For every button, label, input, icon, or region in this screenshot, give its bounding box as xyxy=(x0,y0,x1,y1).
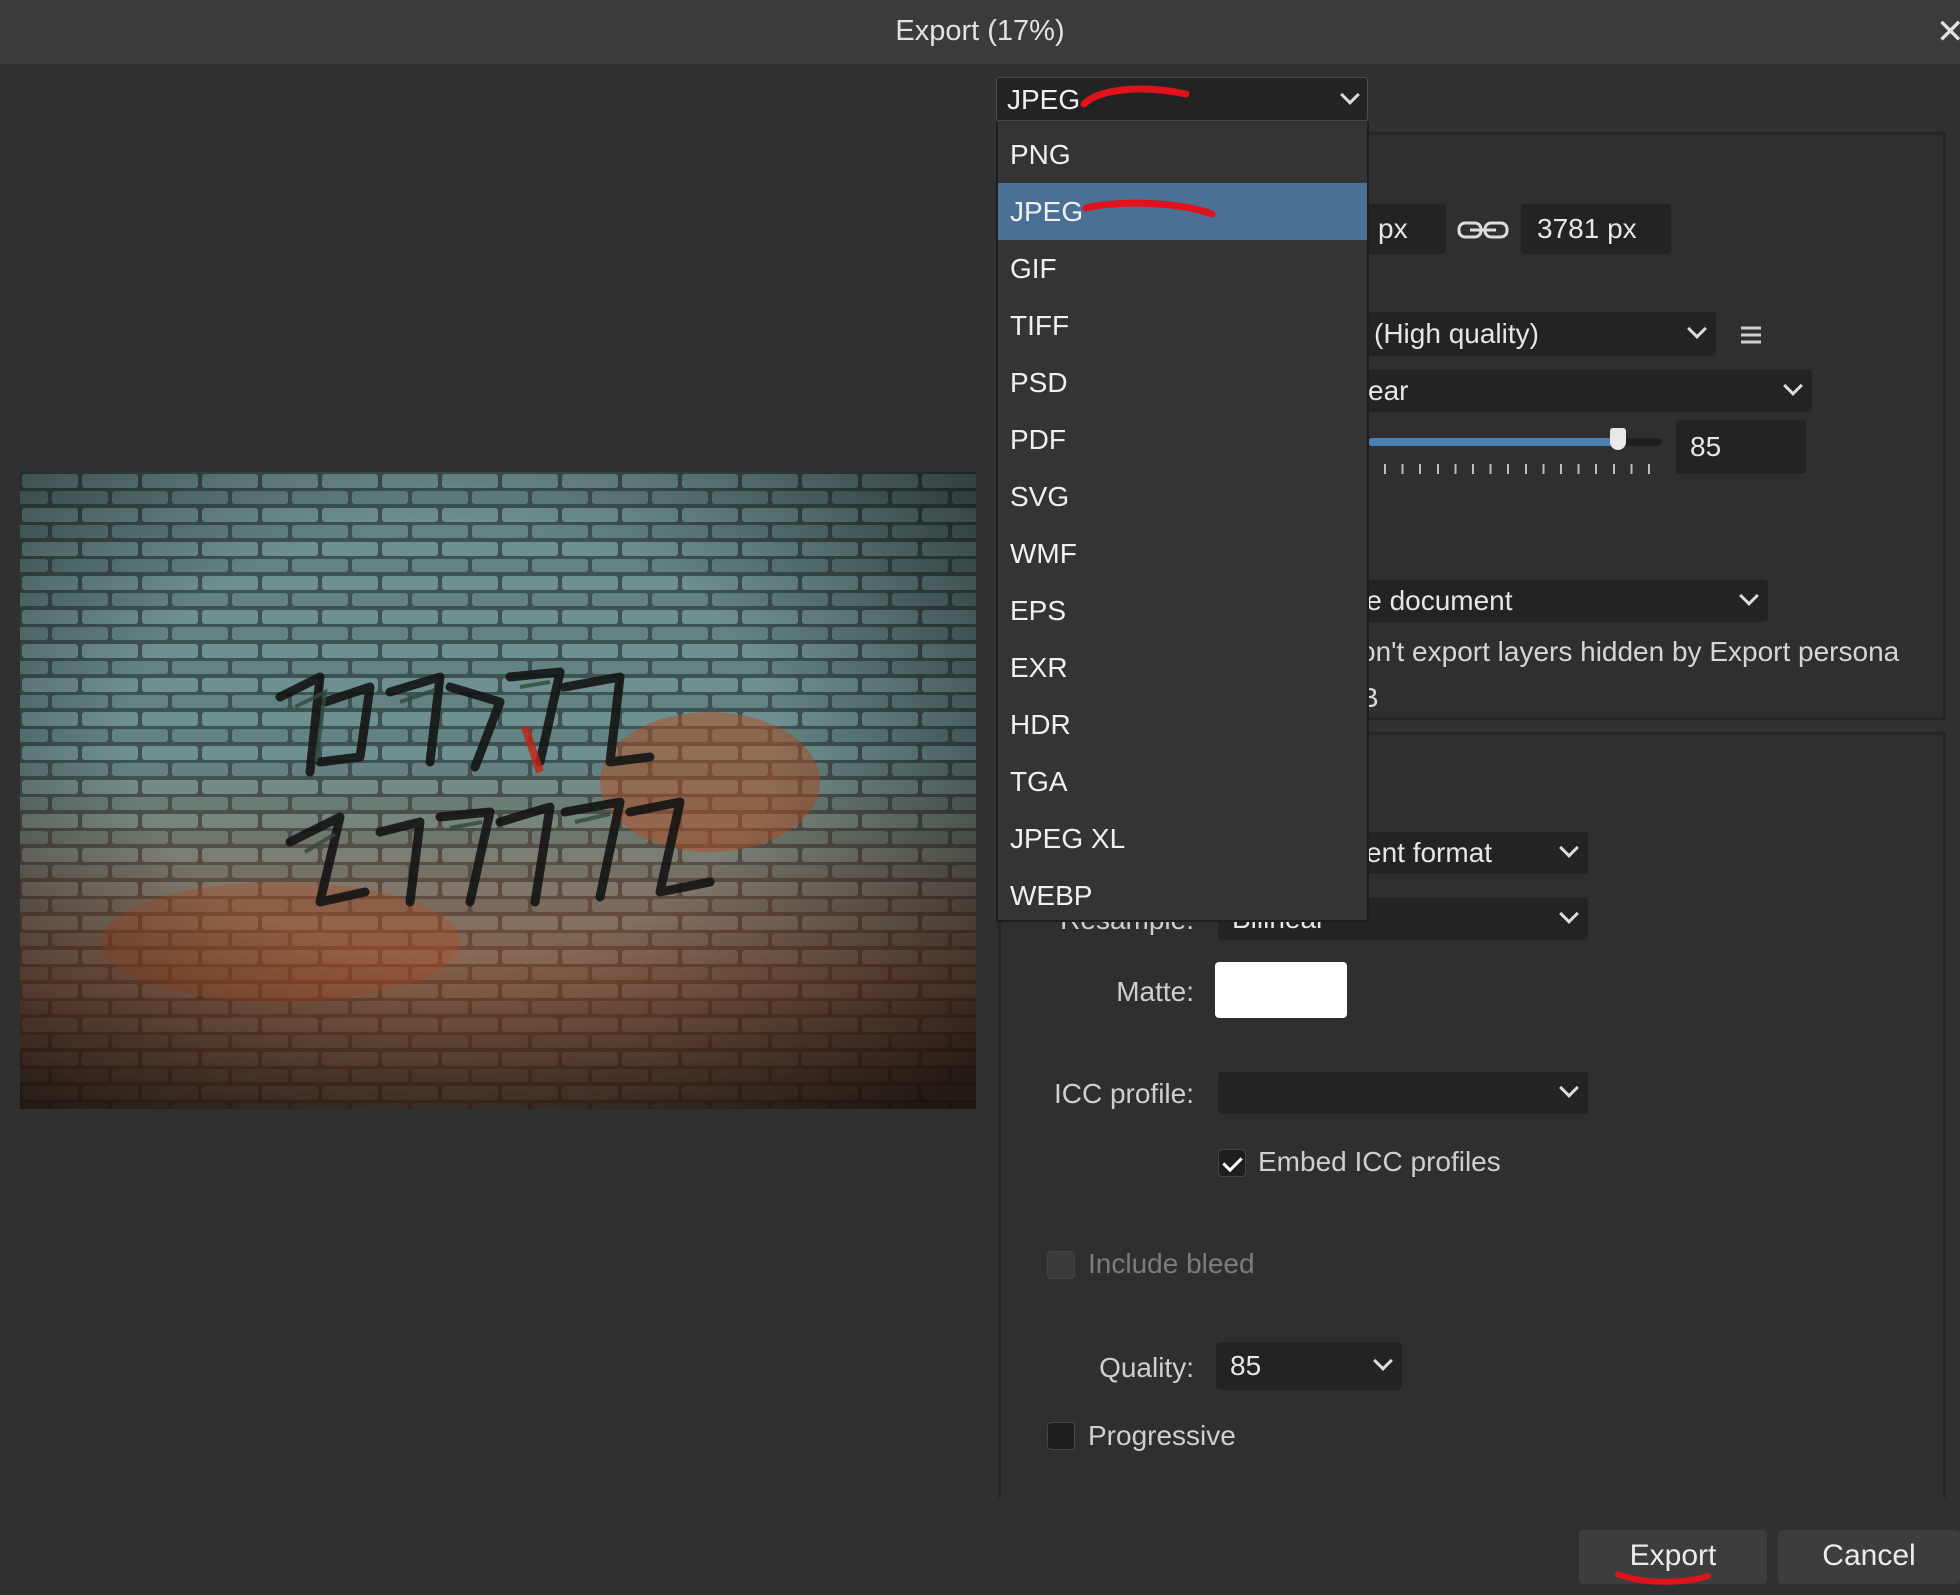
embed-icc-checkbox[interactable] xyxy=(1218,1149,1246,1177)
chevron-down-icon xyxy=(1373,1351,1393,1371)
quality-select[interactable]: 85 xyxy=(1216,1342,1402,1390)
preset-select[interactable]: (High quality) xyxy=(1360,312,1716,356)
matte-label: Matte: xyxy=(1116,976,1194,1007)
height-field[interactable]: 3781 px xyxy=(1521,204,1671,254)
quality-slider[interactable] xyxy=(1368,428,1662,450)
window-title: Export (17%) xyxy=(895,15,1065,47)
chevron-down-icon xyxy=(1559,1078,1579,1098)
area-select[interactable]: le document xyxy=(1360,580,1768,622)
include-bleed-checkbox[interactable] xyxy=(1047,1251,1075,1279)
include-bleed-label: Include bleed xyxy=(1088,1248,1255,1279)
format-option-hdr[interactable]: HDR xyxy=(998,696,1367,753)
embed-icc-label: Embed ICC profiles xyxy=(1258,1146,1501,1177)
width-field[interactable]: px xyxy=(1360,204,1446,254)
matte-color-swatch[interactable] xyxy=(1215,962,1347,1018)
chevron-down-icon xyxy=(1559,838,1579,858)
quality-slider-thumb[interactable] xyxy=(1609,428,1626,450)
brick-wall-graffiti-image xyxy=(20,472,976,1109)
chevron-down-icon xyxy=(1340,85,1360,105)
resample-select-top[interactable]: ear xyxy=(1360,370,1812,412)
chevron-down-icon xyxy=(1687,319,1707,339)
quality-slider-fill xyxy=(1368,438,1618,446)
link-proportions-icon[interactable] xyxy=(1456,218,1510,242)
format-option-svg[interactable]: SVG xyxy=(998,468,1367,525)
title-bar: Export (17%) ✕ xyxy=(0,0,1960,64)
close-icon[interactable]: ✕ xyxy=(1936,8,1960,56)
export-preview-image xyxy=(20,472,976,1109)
format-option-wmf[interactable]: WMF xyxy=(998,525,1367,582)
quality-label: Quality: xyxy=(1099,1352,1194,1383)
format-option-tiff[interactable]: TIFF xyxy=(998,297,1367,354)
format-option-psd[interactable]: PSD xyxy=(998,354,1367,411)
format-option-pdf[interactable]: PDF xyxy=(998,411,1367,468)
format-option-gif[interactable]: GIF xyxy=(998,240,1367,297)
format-option-webp[interactable]: WEBP xyxy=(998,867,1367,924)
chevron-down-icon xyxy=(1783,376,1803,396)
format-option-tga[interactable]: TGA xyxy=(998,753,1367,810)
progressive-checkbox[interactable] xyxy=(1047,1422,1075,1450)
icc-profile-select[interactable] xyxy=(1218,1072,1588,1114)
format-option-jpeg-xl[interactable]: JPEG XL xyxy=(998,810,1367,867)
quality-slider-ticks xyxy=(1384,464,1652,474)
chevron-down-icon xyxy=(1739,586,1759,606)
format-option-jpeg[interactable]: JPEG xyxy=(998,183,1367,240)
quality-field-top[interactable]: 85 xyxy=(1676,420,1806,474)
format-option-png[interactable]: PNG xyxy=(998,126,1367,183)
export-button[interactable]: Export xyxy=(1579,1530,1767,1584)
icc-profile-label: ICC profile: xyxy=(1053,1078,1194,1109)
file-format-menu: PNG JPEG GIF TIFF PSD PDF SVG WMF EPS EXR HDR TGA JP… xyxy=(996,122,1369,922)
format-option-exr[interactable]: EXR xyxy=(998,639,1367,696)
format-option-eps[interactable]: EPS xyxy=(998,582,1367,639)
hidden-layers-note: on't export layers hidden by Export pers… xyxy=(1360,636,1900,667)
chevron-down-icon xyxy=(1559,904,1579,924)
progressive-label: Progressive xyxy=(1088,1420,1236,1451)
preset-menu-icon[interactable] xyxy=(1740,324,1762,346)
cancel-button[interactable]: Cancel xyxy=(1778,1530,1960,1584)
file-format-select[interactable]: JPEG xyxy=(996,77,1368,121)
